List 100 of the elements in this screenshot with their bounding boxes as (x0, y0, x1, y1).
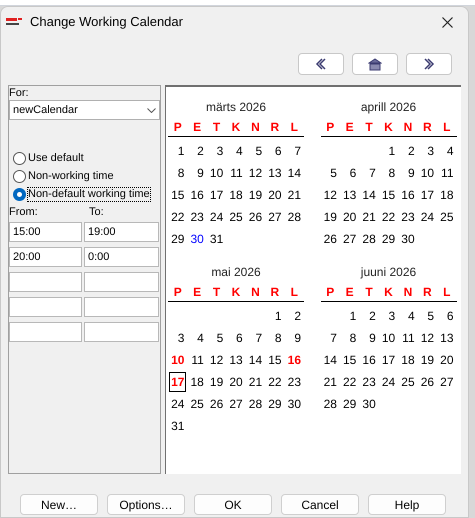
calendar-day[interactable]: 13 (266, 163, 284, 183)
calendar-day[interactable]: 23 (286, 372, 303, 392)
calendar-day[interactable]: 31 (208, 229, 226, 249)
calendar-day[interactable]: 10 (208, 163, 226, 183)
calendar-day[interactable]: 30 (399, 229, 417, 249)
calendar-day[interactable]: 30 (188, 229, 206, 249)
calendar-day[interactable]: 2 (195, 141, 206, 161)
radio-option[interactable]: Non-working time (13, 170, 160, 183)
time-field[interactable] (84, 322, 159, 342)
calendar-day[interactable]: 7 (367, 163, 378, 183)
calendar-day[interactable]: 29 (169, 229, 186, 249)
time-field[interactable] (84, 272, 159, 292)
calendar-day[interactable]: 21 (322, 372, 339, 392)
calendar-day[interactable]: 18 (438, 185, 456, 205)
calendar-day[interactable]: 11 (439, 163, 456, 183)
calendar-day[interactable]: 5 (253, 141, 264, 161)
calendar-day[interactable]: 20 (438, 350, 456, 370)
calendar-day[interactable]: 17 (208, 185, 226, 205)
calendar-day[interactable]: 18 (188, 372, 206, 392)
calendar-day[interactable]: 8 (348, 328, 358, 348)
calendar-day[interactable]: 27 (227, 394, 245, 414)
calendar-day[interactable]: 8 (386, 163, 398, 183)
calendar-day[interactable]: 2 (292, 306, 303, 326)
calendar-day[interactable]: 27 (266, 207, 284, 227)
calendar-day[interactable]: 13 (227, 350, 245, 370)
previous-button[interactable] (298, 53, 344, 75)
calendar-day[interactable]: 15 (380, 185, 398, 205)
calendar-day[interactable]: 9 (292, 328, 303, 348)
calendar-day[interactable]: 18 (227, 185, 245, 205)
next-button[interactable] (406, 53, 452, 75)
calendar-day[interactable]: 4 (234, 141, 245, 161)
calendar-day[interactable]: 22 (169, 207, 186, 227)
calendar-day[interactable]: 15 (340, 350, 358, 370)
calendar-day[interactable]: 20 (340, 207, 358, 227)
calendar-day[interactable]: 19 (322, 207, 339, 227)
time-field[interactable]: 15:00 (9, 222, 82, 242)
calendar-day[interactable]: 26 (418, 372, 436, 392)
calendar-day[interactable]: 13 (438, 328, 456, 348)
calendar-day[interactable]: 28 (246, 394, 264, 414)
calendar-day[interactable]: 4 (444, 141, 456, 161)
calendar-dropdown[interactable]: newCalendar (9, 100, 160, 120)
calendar-day[interactable]: 1 (386, 141, 398, 161)
calendar-day[interactable]: 29 (266, 394, 284, 414)
calendar-day[interactable]: 16 (188, 185, 206, 205)
calendar-day[interactable]: 24 (418, 207, 436, 227)
calendar-day[interactable]: 15 (266, 350, 284, 370)
calendar-day[interactable]: 6 (234, 328, 245, 348)
home-button[interactable] (352, 53, 398, 75)
radio-option[interactable]: Non-default working time (13, 188, 160, 201)
calendar-day[interactable]: 19 (246, 185, 264, 205)
calendar-day[interactable]: 21 (286, 185, 303, 205)
calendar-day[interactable]: 9 (406, 163, 417, 183)
calendar-day[interactable]: 22 (266, 372, 284, 392)
calendar-day[interactable]: 28 (322, 394, 339, 414)
time-field[interactable]: 19:00 (84, 222, 159, 242)
calendar-day[interactable]: 20 (266, 185, 284, 205)
calendar-day[interactable]: 14 (286, 163, 303, 183)
calendar-day[interactable]: 10 (380, 328, 398, 348)
calendar-day[interactable]: 1 (272, 306, 284, 326)
calendar-day[interactable]: 2 (367, 306, 378, 326)
calendar-day[interactable]: 29 (380, 229, 398, 249)
calendar-day[interactable]: 30 (286, 394, 303, 414)
calendar-day[interactable]: 3 (176, 328, 186, 348)
calendar-day[interactable]: 7 (253, 328, 264, 348)
calendar-day[interactable]: 4 (195, 328, 206, 348)
calendar-day[interactable]: 11 (400, 328, 417, 348)
calendar-day[interactable]: 12 (208, 350, 226, 370)
calendar-day[interactable]: 22 (380, 207, 398, 227)
calendar-day[interactable]: 8 (176, 163, 186, 183)
calendar-day[interactable]: 23 (360, 372, 378, 392)
calendar-day[interactable]: 23 (399, 207, 417, 227)
calendar-day[interactable]: 3 (425, 141, 436, 161)
calendar-day[interactable]: 12 (418, 328, 436, 348)
calendar-day[interactable]: 6 (272, 141, 284, 161)
calendar-day[interactable]: 14 (322, 350, 339, 370)
calendar-day[interactable]: 24 (208, 207, 226, 227)
calendar-day[interactable]: 16 (286, 350, 303, 370)
calendar-day[interactable]: 12 (322, 185, 339, 205)
calendar-day[interactable]: 7 (292, 141, 303, 161)
calendar-day[interactable]: 23 (188, 207, 206, 227)
calendar-day[interactable]: 28 (286, 207, 303, 227)
calendar-day[interactable]: 14 (360, 185, 378, 205)
dialog-button[interactable]: OK (194, 494, 272, 515)
calendar-day[interactable]: 11 (189, 350, 206, 370)
calendar-day[interactable]: 25 (438, 207, 456, 227)
calendar-day[interactable]: 25 (399, 372, 417, 392)
calendar-day[interactable]: 20 (227, 372, 245, 392)
calendar-day[interactable]: 10 (169, 350, 186, 370)
calendar-day[interactable]: 26 (246, 207, 264, 227)
calendar-day[interactable]: 5 (214, 328, 226, 348)
calendar-day[interactable]: 30 (360, 394, 378, 414)
calendar-day[interactable]: 25 (227, 207, 245, 227)
calendar-day[interactable]: 29 (340, 394, 358, 414)
calendar-day[interactable]: 13 (340, 185, 358, 205)
calendar-day[interactable]: 24 (380, 372, 398, 392)
calendar-day[interactable]: 14 (246, 350, 264, 370)
calendar-day[interactable]: 24 (169, 394, 186, 414)
calendar-day[interactable]: 1 (348, 306, 358, 326)
time-field[interactable]: 0:00 (84, 247, 159, 267)
calendar-day[interactable]: 17 (380, 350, 398, 370)
